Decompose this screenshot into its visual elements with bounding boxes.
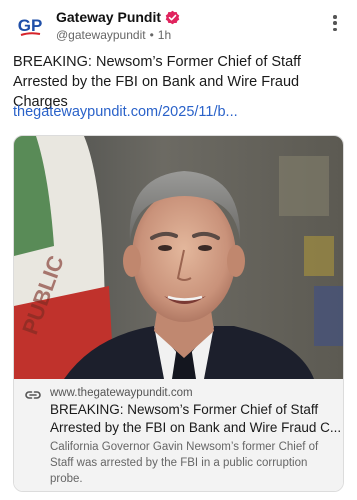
card-image: PUBLIC [14, 136, 343, 379]
post-timestamp: 1h [157, 28, 172, 42]
author-handle[interactable]: @gatewaypundit [56, 28, 146, 42]
card-domain: www.thegatewaypundit.com [50, 387, 193, 399]
gp-logo-icon: GP [13, 8, 47, 42]
post-link[interactable]: thegatewaypundit.com/2025/11/b... [13, 104, 238, 120]
verified-badge-icon [165, 10, 180, 25]
card-description: California Governor Gavin Newsom’s forme… [50, 441, 319, 485]
link-icon [25, 389, 41, 401]
more-options-button[interactable] [327, 12, 343, 34]
separator-dot: • [149, 28, 154, 42]
vertical-ellipsis-icon [333, 15, 337, 19]
card-meta: www.thegatewaypundit.com BREAKING: Newso… [14, 379, 343, 491]
author-name-row[interactable]: Gateway Pundit [56, 8, 180, 26]
author-meta: @gatewaypundit • 1h [56, 28, 171, 42]
card-title-line-2: Arrested by the FBI on Bank and Wire Fra… [50, 420, 340, 435]
news-photo-man-in-suit: PUBLIC [14, 136, 343, 379]
social-post: GP Gateway Pundit @gatewaypundit • 1h BR… [0, 0, 357, 500]
svg-text:GP: GP [18, 16, 43, 35]
card-title[interactable]: BREAKING: Newsom’s Former Chief of Staff… [50, 401, 340, 437]
link-preview-card[interactable]: PUBLIC www.thegatewaypundit.com BREAKING… [13, 135, 344, 492]
card-title-line-1: BREAKING: Newsom’s Former Chief of Staff [50, 402, 319, 417]
post-text: BREAKING: Newsom’s Former Chief of Staff… [13, 54, 301, 110]
author-avatar[interactable]: GP [13, 8, 47, 42]
author-name[interactable]: Gateway Pundit [56, 9, 161, 25]
